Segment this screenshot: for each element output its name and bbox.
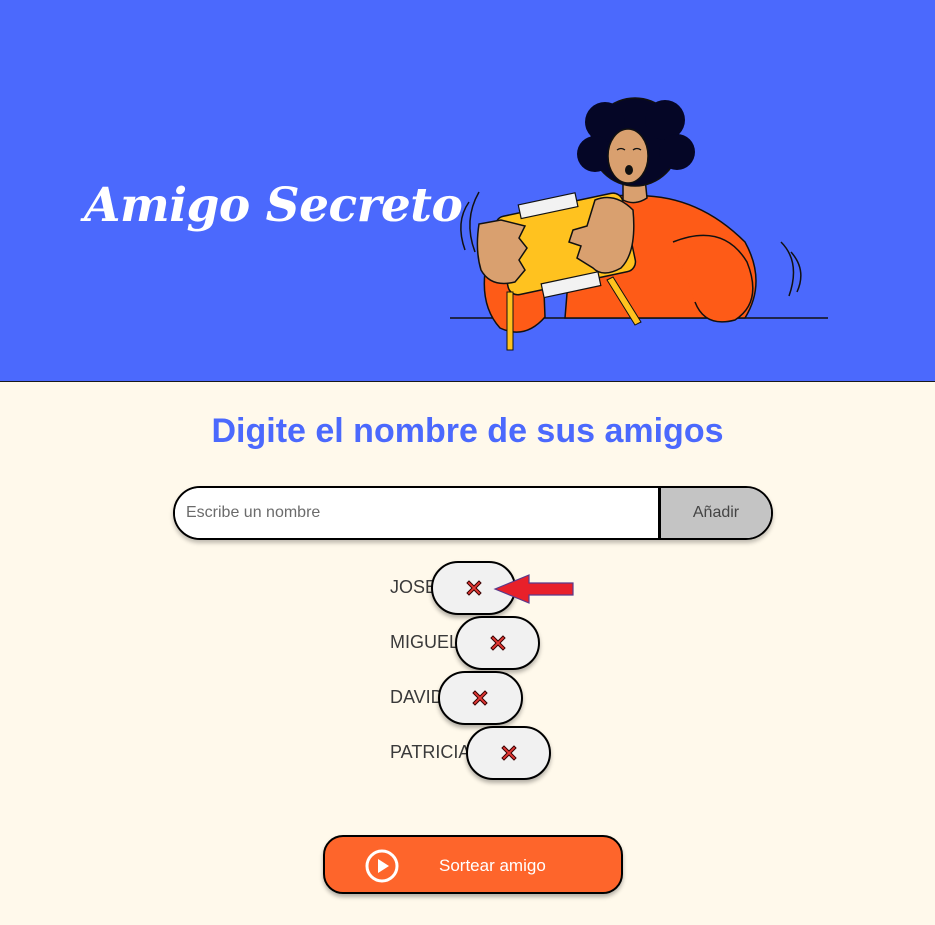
friend-name: JOSE bbox=[390, 577, 438, 597]
close-x-icon bbox=[465, 579, 482, 596]
close-x-icon bbox=[501, 744, 517, 761]
list-item: PATRICIA bbox=[390, 725, 552, 780]
page-subtitle: Digite el nombre de sus amigos bbox=[211, 412, 724, 450]
close-x-icon bbox=[489, 634, 506, 651]
app-title: Amigo Secreto bbox=[84, 178, 463, 233]
remove-friend-button[interactable] bbox=[466, 725, 552, 780]
person-gaming-illustration bbox=[450, 97, 828, 351]
friend-name: PATRICIA bbox=[390, 742, 471, 762]
list-item: MIGUEL bbox=[390, 615, 551, 670]
arrow-left-icon bbox=[493, 574, 574, 604]
header-banner: Amigo Secreto bbox=[0, 0, 935, 382]
remove-friend-button[interactable] bbox=[437, 670, 523, 725]
friend-name: MIGUEL bbox=[390, 632, 460, 652]
remove-friend-button[interactable] bbox=[455, 615, 541, 670]
play-circle-icon bbox=[365, 849, 399, 883]
add-button[interactable]: Añadir bbox=[658, 488, 771, 538]
close-x-icon bbox=[472, 689, 488, 706]
friend-name-input[interactable] bbox=[175, 488, 658, 538]
friend-name: DAVID bbox=[390, 687, 444, 707]
add-friend-form: Añadir bbox=[173, 486, 773, 540]
draw-button-label: Sortear amigo bbox=[439, 856, 546, 875]
draw-friend-button[interactable]: Sortear amigo bbox=[323, 835, 623, 894]
list-item: DAVID bbox=[390, 670, 551, 725]
